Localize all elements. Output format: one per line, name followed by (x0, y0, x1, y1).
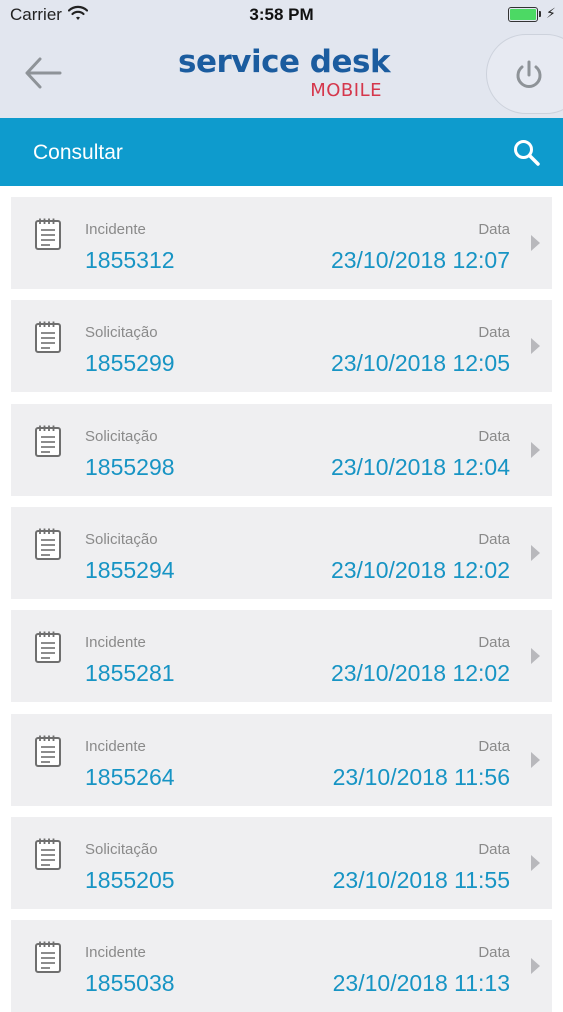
power-icon (516, 60, 542, 88)
date-label: Data (478, 324, 510, 342)
notepad-icon (34, 940, 62, 979)
chevron-right-icon (529, 234, 541, 257)
notepad-icon (34, 217, 62, 256)
ticket-date: 23/10/2018 12:07 (330, 247, 510, 273)
battery-tip (539, 11, 541, 17)
list-item-1855038[interactable]: Incidente 1855038 Data 23/10/2018 11:13 (11, 920, 552, 1012)
date-label: Data (478, 530, 510, 548)
power-button[interactable] (486, 34, 563, 114)
ticket-type: Solicitação (85, 427, 158, 445)
ticket-number: 1855298 (85, 453, 175, 480)
chevron-right-icon (529, 337, 541, 360)
date-label: Data (478, 737, 510, 755)
app-header: service desk MOBILE (0, 30, 563, 118)
list-item-1855294[interactable]: Solicitação 1855294 Data 23/10/2018 12:0… (11, 506, 552, 599)
status-time: 3:58 PM (249, 5, 314, 24)
notepad-icon (34, 734, 62, 773)
ticket-number: 1855281 (85, 660, 175, 687)
logo-sub-text: MOBILE (310, 80, 382, 101)
ticket-type: Solicitação (85, 324, 158, 342)
ticket-number: 1855038 (85, 970, 175, 997)
ticket-type: Incidente (85, 737, 146, 755)
ticket-date: 23/10/2018 12:04 (330, 453, 510, 480)
notepad-icon (34, 837, 62, 876)
date-label: Data (478, 221, 510, 238)
list-item-1855298[interactable]: Solicitação 1855298 Data 23/10/2018 12:0… (11, 403, 552, 496)
ticket-number: 1855312 (85, 247, 175, 273)
logo-main-text: service desk (178, 44, 391, 80)
ticket-date: 23/10/2018 12:02 (330, 556, 510, 583)
ticket-type: Incidente (85, 634, 146, 652)
ticket-date: 23/10/2018 11:56 (332, 763, 510, 790)
search-button[interactable] (512, 138, 544, 168)
ticket-number: 1855299 (85, 350, 175, 377)
ticket-number: 1855264 (85, 763, 175, 790)
list-item-1855281[interactable]: Incidente 1855281 Data 23/10/2018 12:02 (11, 610, 552, 703)
notepad-icon (34, 630, 62, 669)
chevron-right-icon (529, 441, 541, 464)
list-item-1855299[interactable]: Solicitação 1855299 Data 23/10/2018 12:0… (11, 300, 552, 393)
chevron-right-icon (529, 751, 541, 774)
status-bar: Carrier 3:58 PM ⚡ (0, 0, 563, 30)
ticket-date: 23/10/2018 12:05 (330, 350, 510, 377)
list-item-1855205[interactable]: Solicitação 1855205 Data 23/10/2018 11:5… (11, 816, 552, 909)
chevron-right-icon (529, 854, 541, 877)
ticket-date: 23/10/2018 12:02 (330, 660, 510, 687)
list-item-1855312[interactable]: Incidente 1855312 Data 23/10/2018 12:07 (11, 197, 552, 289)
search-icon (514, 140, 540, 166)
ticket-type: Solicitação (85, 840, 158, 858)
chevron-right-icon (529, 957, 541, 980)
back-button[interactable] (20, 50, 70, 96)
notepad-icon (34, 424, 62, 463)
ticket-type: Incidente (85, 221, 146, 238)
page-title: Consultar (33, 141, 123, 164)
charging-icon: ⚡ (546, 5, 556, 21)
date-label: Data (478, 427, 510, 445)
battery-icon (508, 7, 538, 22)
ticket-date: 23/10/2018 11:13 (332, 970, 510, 997)
notepad-icon (34, 320, 62, 359)
date-label: Data (478, 634, 510, 652)
app-logo: service desk MOBILE (178, 44, 391, 104)
title-bar: Consultar (0, 118, 563, 186)
chevron-right-icon (529, 544, 541, 567)
ticket-type: Incidente (85, 944, 146, 962)
arrow-left-icon (25, 57, 62, 89)
date-label: Data (478, 840, 510, 858)
list-item-1855264[interactable]: Incidente 1855264 Data 23/10/2018 11:56 (11, 713, 552, 806)
date-label: Data (478, 944, 510, 962)
ticket-number: 1855205 (85, 866, 175, 893)
ticket-number: 1855294 (85, 556, 175, 583)
chevron-right-icon (529, 647, 541, 670)
ticket-date: 23/10/2018 11:55 (332, 866, 510, 893)
notepad-icon (34, 527, 62, 566)
ticket-type: Solicitação (85, 530, 158, 548)
